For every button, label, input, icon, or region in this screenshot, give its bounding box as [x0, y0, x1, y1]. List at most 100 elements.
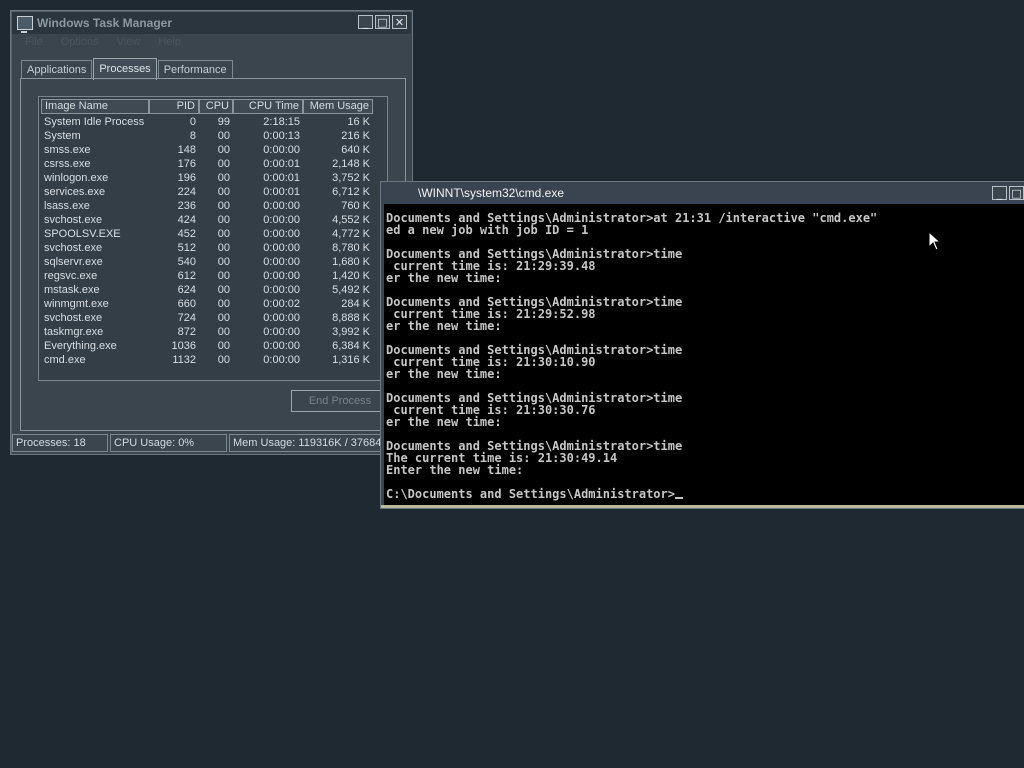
cell-mem-usage: 3,752 K [332, 172, 370, 184]
cell-image-name: svchost.exe [44, 214, 103, 226]
close-button[interactable]: ✕ [392, 15, 407, 29]
menu-help[interactable]: Help [158, 36, 181, 48]
cell-cpu: 00 [217, 326, 230, 338]
cell-image-name: SPOOLSV.EXE [44, 228, 121, 240]
cell-cpu-time: 0:00:00 [263, 270, 300, 282]
cell-pid: 196 [177, 172, 196, 184]
cell-pid: 224 [177, 186, 196, 198]
cell-cpu: 00 [217, 186, 230, 198]
table-row[interactable]: taskmgr.exe 872 00 0:00:00 3,992 K [41, 325, 385, 339]
cmd-window-border [381, 505, 1024, 508]
cell-mem-usage: 1,680 K [332, 256, 370, 268]
cell-cpu-time: 0:00:01 [263, 158, 300, 170]
end-process-button[interactable]: End Process [291, 390, 389, 412]
cmd-titlebar[interactable]: \WINNT\system32\cmd.exe _ □ [382, 183, 1024, 203]
cell-cpu-time: 0:00:02 [263, 298, 300, 310]
cell-cpu: 00 [217, 312, 230, 324]
table-row[interactable]: System Idle Process 0 99 2:18:15 16 K [41, 115, 385, 129]
status-processes: Processes: 18 [12, 434, 108, 452]
table-row[interactable]: sqlservr.exe 540 00 0:00:00 1,680 K [41, 255, 385, 269]
cell-pid: 540 [177, 256, 196, 268]
cell-image-name: System Idle Process [44, 116, 145, 128]
cell-pid: 424 [177, 214, 196, 226]
cell-cpu: 00 [217, 130, 230, 142]
status-bar: Processes: 18 CPU Usage: 0% Mem Usage: 1… [12, 434, 411, 452]
cell-cpu-time: 0:00:00 [263, 354, 300, 366]
cell-mem-usage: 1,420 K [332, 270, 370, 282]
cell-mem-usage: 4,772 K [332, 228, 370, 240]
tab-performance[interactable]: Performance [157, 60, 233, 79]
cell-mem-usage: 5,492 K [332, 284, 370, 296]
tab-processes[interactable]: Processes [93, 58, 157, 80]
process-rows: System Idle Process 0 99 2:18:15 16 K System 8… [41, 115, 385, 367]
cmd-minimize-button[interactable]: _ [992, 186, 1007, 200]
console-line: C:\Documents and Settings\Administrator> [386, 488, 1024, 500]
console-caret [674, 497, 683, 499]
cell-image-name: System [44, 130, 81, 142]
table-row[interactable]: winlogon.exe 196 00 0:00:01 3,752 K [41, 171, 385, 185]
cell-image-name: winlogon.exe [44, 172, 109, 184]
table-row[interactable]: svchost.exe 424 00 0:00:00 4,552 K [41, 213, 385, 227]
cell-image-name: smss.exe [44, 144, 91, 156]
cell-cpu-time: 2:18:15 [263, 116, 300, 128]
cell-mem-usage: 2,148 K [332, 158, 370, 170]
cell-pid: 236 [177, 200, 196, 212]
cmd-maximize-button[interactable]: □ [1009, 186, 1024, 200]
console-line: er the new time: [386, 271, 502, 285]
console-line: er the new time: [386, 415, 502, 429]
menu-bar: File Options View Help [25, 36, 181, 48]
column-image-name[interactable]: Image Name [41, 99, 149, 114]
tab-applications[interactable]: Applications [21, 60, 93, 79]
cell-image-name: svchost.exe [44, 242, 103, 254]
cell-image-name: winmgmt.exe [44, 298, 109, 310]
table-row[interactable]: smss.exe 148 00 0:00:00 640 K [41, 143, 385, 157]
cell-pid: 624 [177, 284, 196, 296]
column-pid[interactable]: PID [149, 99, 199, 114]
process-list[interactable]: Image Name PID CPU CPU Time Mem Usage Sy… [38, 96, 388, 381]
table-row[interactable]: System 8 00 0:00:13 216 K [41, 129, 385, 143]
task-manager-title: Windows Task Manager [37, 16, 173, 30]
table-row[interactable]: Everything.exe 1036 00 0:00:00 6,384 K [41, 339, 385, 353]
maximize-button[interactable]: □ [375, 15, 390, 29]
table-row[interactable]: svchost.exe 724 00 0:00:00 8,888 K [41, 311, 385, 325]
cell-mem-usage: 6,384 K [332, 340, 370, 352]
console-line: er the new time: [386, 319, 502, 333]
cell-pid: 0 [189, 116, 196, 128]
table-row[interactable]: regsvc.exe 612 00 0:00:00 1,420 K [41, 269, 385, 283]
cell-cpu: 00 [217, 354, 230, 366]
minimize-button[interactable]: _ [358, 15, 373, 29]
cell-mem-usage: 8,888 K [332, 312, 370, 324]
cell-image-name: regsvc.exe [44, 270, 98, 282]
table-row[interactable]: cmd.exe 1132 00 0:00:00 1,316 K [41, 353, 385, 367]
cell-pid: 872 [177, 326, 196, 338]
table-row[interactable]: svchost.exe 512 00 0:00:00 8,780 K [41, 241, 385, 255]
task-manager-window[interactable]: Windows Task Manager _ □ ✕ File Options … [10, 10, 413, 455]
table-row[interactable]: lsass.exe 236 00 0:00:00 760 K [41, 199, 385, 213]
table-row[interactable]: SPOOLSV.EXE 452 00 0:00:00 4,772 K [41, 227, 385, 241]
cell-cpu: 00 [217, 256, 230, 268]
cell-cpu: 00 [217, 270, 230, 282]
cell-cpu-time: 0:00:00 [263, 312, 300, 324]
table-row[interactable]: winmgmt.exe 660 00 0:00:02 284 K [41, 297, 385, 311]
table-row[interactable]: services.exe 224 00 0:00:01 6,712 K [41, 185, 385, 199]
cell-cpu-time: 0:00:00 [263, 144, 300, 156]
cell-cpu: 00 [217, 200, 230, 212]
column-cpu[interactable]: CPU [199, 99, 233, 114]
cell-image-name: svchost.exe [44, 312, 103, 324]
console-line: er the new time: [386, 367, 502, 381]
cell-pid: 8 [189, 130, 196, 142]
cell-cpu: 00 [217, 144, 230, 156]
menu-file[interactable]: File [25, 36, 43, 48]
cell-image-name: sqlservr.exe [44, 256, 103, 268]
cell-image-name: services.exe [44, 186, 106, 198]
cell-pid: 452 [177, 228, 196, 240]
cell-pid: 660 [177, 298, 196, 310]
table-row[interactable]: mstask.exe 624 00 0:00:00 5,492 K [41, 283, 385, 297]
menu-options[interactable]: Options [61, 36, 99, 48]
table-row[interactable]: csrss.exe 176 00 0:00:01 2,148 K [41, 157, 385, 171]
menu-view[interactable]: View [117, 36, 141, 48]
cell-cpu-time: 0:00:13 [263, 130, 300, 142]
column-cpu-time[interactable]: CPU Time [233, 99, 303, 114]
task-manager-titlebar[interactable]: Windows Task Manager _ □ ✕ [12, 12, 411, 34]
column-mem-usage[interactable]: Mem Usage [303, 99, 373, 114]
